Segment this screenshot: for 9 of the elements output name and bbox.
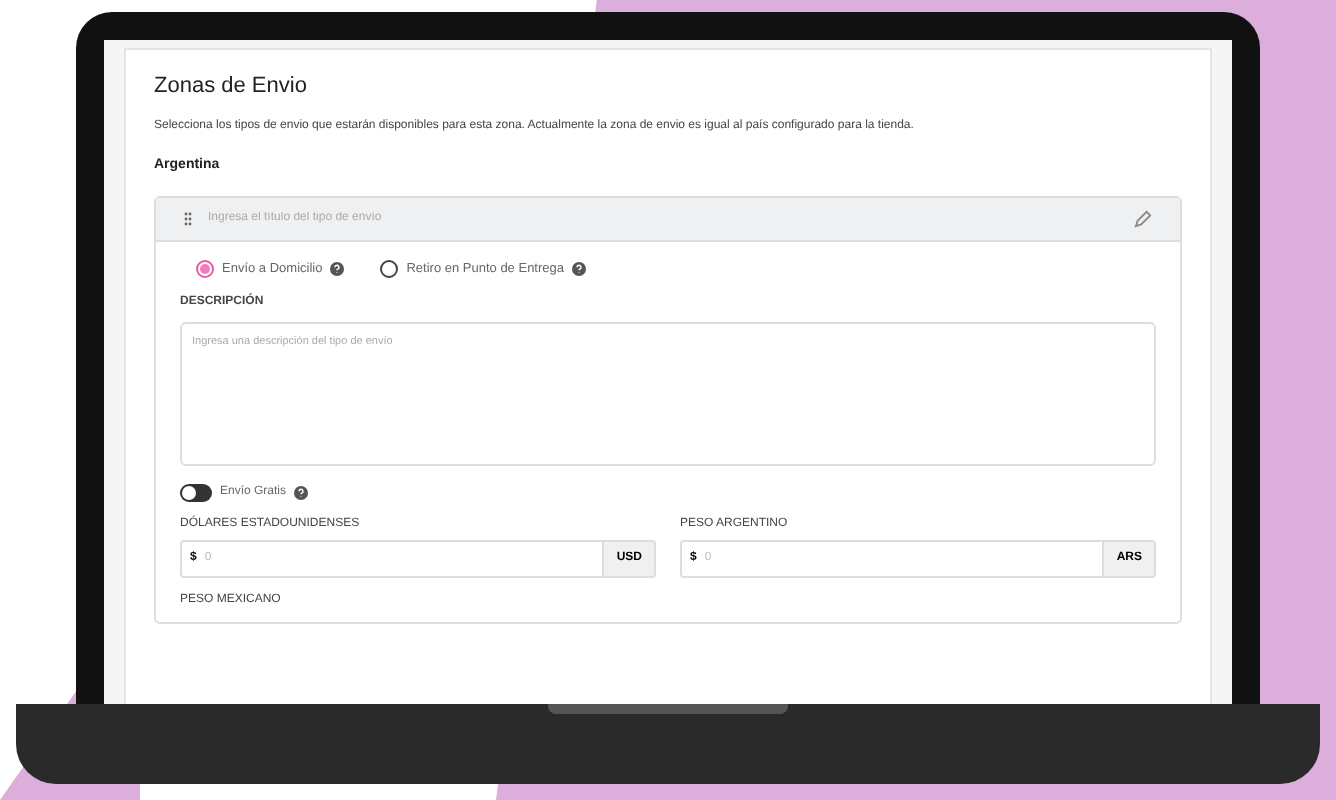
pencil-icon[interactable] — [1134, 210, 1152, 228]
drag-handle-icon[interactable] — [184, 212, 192, 226]
help-icon — [330, 262, 345, 277]
section-title: Zonas de Envio — [154, 72, 309, 102]
help-icon — [572, 262, 586, 277]
radio-button[interactable] — [196, 260, 214, 279]
toggle-switch[interactable] — [180, 483, 212, 502]
radio-button[interactable] — [380, 260, 399, 279]
help-icon — [294, 485, 309, 500]
